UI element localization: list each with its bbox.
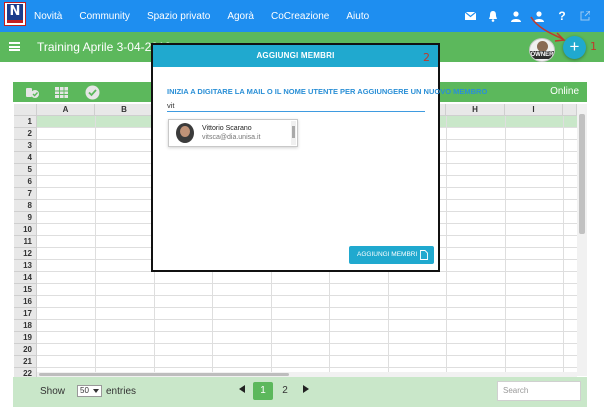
chevron-down-icon	[93, 389, 99, 393]
table-footer: Show 50 entries 1 2 Search	[13, 377, 587, 407]
nav-item-agora[interactable]: Agorà	[227, 11, 254, 22]
app-logo[interactable]: N	[4, 2, 26, 26]
nav-item-spazio-privato[interactable]: Spazio privato	[147, 11, 210, 22]
row-header[interactable]: 19	[14, 332, 37, 344]
corner-cell[interactable]	[14, 104, 37, 116]
entries-label: entries	[106, 386, 137, 397]
owner-avatar[interactable]: OWNER	[529, 38, 555, 62]
add-member-button[interactable]: +	[563, 36, 586, 59]
table-row[interactable]	[37, 296, 577, 308]
table-import-icon[interactable]	[54, 85, 69, 100]
add-members-label: AGGIUNGI MEMBRI	[357, 251, 418, 258]
add-members-button[interactable]: AGGIUNGI MEMBRI	[349, 246, 434, 264]
row-header[interactable]: 17	[14, 308, 37, 320]
dialog-instruction: INIZIA A DIGITARE LA MAIL O IL NOME UTEN…	[167, 87, 488, 96]
row-header[interactable]: 1	[14, 116, 37, 128]
tag-check-icon[interactable]	[25, 85, 40, 100]
user-icon[interactable]	[505, 5, 527, 27]
row-header[interactable]: 6	[14, 176, 37, 188]
row-header[interactable]: 20	[14, 344, 37, 356]
suggestion-email: vitsca@dia.unisa.it	[202, 134, 261, 141]
row-header[interactable]: 13	[14, 260, 37, 272]
row-header[interactable]: 4	[14, 152, 37, 164]
grid-line	[446, 116, 447, 376]
suggestion-name: Vittorio Scarano	[202, 125, 252, 132]
table-row[interactable]	[37, 344, 577, 356]
suggestion-scrollbar[interactable]	[291, 121, 296, 145]
table-row[interactable]	[37, 332, 577, 344]
hamburger-menu-icon[interactable]	[9, 42, 20, 51]
row-header[interactable]: 7	[14, 188, 37, 200]
member-search-input[interactable]: vit	[167, 98, 425, 112]
mail-icon[interactable]	[459, 5, 481, 27]
column-header[interactable]: B	[95, 104, 154, 116]
table-row[interactable]	[37, 320, 577, 332]
entries-select[interactable]: 50	[77, 385, 102, 397]
row-header[interactable]: 5	[14, 164, 37, 176]
avatar	[176, 123, 194, 143]
row-header[interactable]: 9	[14, 212, 37, 224]
table-row[interactable]	[37, 272, 577, 284]
column-header[interactable]: A	[37, 104, 95, 116]
row-header[interactable]: 16	[14, 296, 37, 308]
grid-line	[95, 116, 96, 376]
search-input[interactable]: Search	[497, 381, 581, 401]
annotation-number-1: 1	[590, 40, 597, 53]
row-header[interactable]: 8	[14, 200, 37, 212]
owner-label: OWNER	[530, 51, 554, 59]
bell-icon[interactable]	[482, 5, 504, 27]
row-header[interactable]: 10	[14, 224, 37, 236]
show-label: Show	[40, 386, 66, 397]
nav-item-novita[interactable]: Novità	[34, 11, 62, 22]
check-circle-icon[interactable]	[85, 85, 100, 100]
grid-line	[505, 116, 506, 376]
row-header[interactable]: 3	[14, 140, 37, 152]
nav-item-cocreazione[interactable]: CoCreazione	[271, 11, 329, 22]
grid-line	[563, 116, 564, 376]
page-2-button[interactable]: 2	[277, 382, 293, 400]
page-1-button[interactable]: 1	[253, 382, 273, 400]
next-page-icon[interactable]	[303, 385, 309, 393]
main-menu: Novità Community Spazio privato Agorà Co…	[34, 0, 386, 32]
document-icon	[420, 250, 428, 260]
column-header[interactable]: I	[505, 104, 563, 116]
column-header[interactable]: H	[446, 104, 505, 116]
top-navbar: N Novità Community Spazio privato Agorà …	[0, 0, 604, 32]
table-row[interactable]	[37, 308, 577, 320]
table-row[interactable]	[37, 356, 577, 368]
table-row[interactable]	[37, 284, 577, 296]
row-header[interactable]: 12	[14, 248, 37, 260]
row-header[interactable]: 14	[14, 272, 37, 284]
previous-page-icon[interactable]	[239, 385, 245, 393]
online-status: Online	[550, 86, 579, 97]
entries-value: 50	[80, 386, 89, 395]
nav-item-aiuto[interactable]: Aiuto	[346, 11, 369, 22]
dialog-title: AGGIUNGI MEMBRI	[153, 45, 438, 67]
row-header[interactable]: 21	[14, 356, 37, 368]
add-members-dialog: AGGIUNGI MEMBRI 2 INIZIA A DIGITARE LA M…	[151, 43, 487, 272]
external-icon[interactable]	[574, 5, 596, 27]
column-header-partial[interactable]	[563, 104, 577, 116]
row-header[interactable]: 11	[14, 236, 37, 248]
row-header[interactable]: 18	[14, 320, 37, 332]
row-header[interactable]: 2	[14, 128, 37, 140]
vertical-scrollbar[interactable]	[577, 104, 587, 376]
row-header[interactable]: 15	[14, 284, 37, 296]
nav-item-community[interactable]: Community	[79, 11, 130, 22]
user-suggestion[interactable]: Vittorio Scarano vitsca@dia.unisa.it	[168, 119, 298, 147]
annotation-number-2: 2	[423, 51, 430, 64]
